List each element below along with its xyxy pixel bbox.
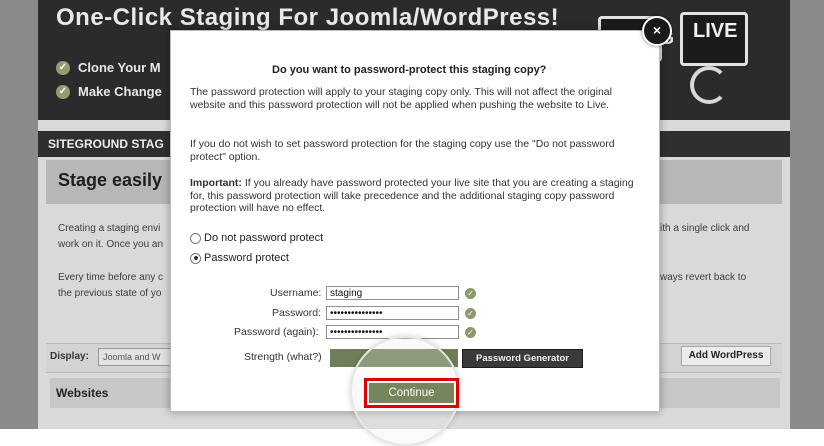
radio-button-selected[interactable] [190, 252, 201, 264]
display-label: Display: [50, 351, 89, 362]
password-generator-button[interactable]: Password Generator [462, 349, 583, 368]
dialog-paragraph-2: If you do not wish to set password prote… [190, 138, 615, 163]
websites-heading: Websites [56, 386, 109, 400]
continue-button[interactable]: Continue [369, 383, 454, 403]
radio-label: Do not password protect [204, 232, 324, 244]
desc-line-left: Creating a staging envi [58, 223, 161, 234]
password-again-label: Password (again): [234, 326, 319, 338]
screen: One-Click Staging For Joomla/WordPress! … [0, 0, 824, 446]
stage-heading: Stage easily [58, 170, 163, 190]
password-label: Password: [272, 307, 322, 319]
hero-title: One-Click Staging For Joomla/WordPress! [56, 4, 560, 31]
password-field[interactable]: ••••••••••••••• [326, 306, 459, 320]
hero-bullet-1: ✓ Clone Your M [56, 60, 161, 75]
radio-do-not-protect[interactable]: Do not password protect [190, 232, 323, 244]
add-wordpress-button[interactable]: Add WordPress [681, 346, 771, 366]
hero-bullet-text: Clone Your M [78, 60, 161, 75]
section-title: SITEGROUND STAG [48, 137, 164, 151]
close-button[interactable]: × [642, 16, 672, 46]
radio-button[interactable] [190, 232, 201, 244]
desc-line-left: the previous state of yo [58, 288, 162, 299]
check-icon: ✓ [56, 84, 70, 99]
desc-line-left: Every time before any c [58, 272, 164, 283]
hero-bullet-text: Make Change [78, 84, 162, 99]
dialog-paragraph-3: Important: If you already have password … [190, 177, 638, 215]
radio-label: Password protect [204, 252, 289, 264]
desc-line-right: ith a single click and [660, 223, 750, 234]
desc-line-right: ways revert back to [660, 272, 747, 283]
check-icon: ✓ [465, 308, 476, 319]
dialog-title: Do you want to password-protect this sta… [272, 64, 547, 76]
dialog-paragraph-1: The password protection will apply to yo… [190, 86, 612, 111]
live-label: LIVE [693, 20, 738, 42]
important-text: If you already have password protected y… [190, 177, 634, 214]
strength-label[interactable]: Strength (what?) [244, 351, 322, 363]
hero-bullet-2: ✓ Make Change [56, 84, 162, 99]
check-icon: ✓ [465, 288, 476, 299]
check-icon: ✓ [465, 327, 476, 338]
username-label: Username: [270, 287, 322, 299]
desc-line-left: work on it. Once you an [58, 239, 164, 250]
important-label: Important: [190, 177, 242, 189]
sync-arrow-icon [690, 66, 728, 104]
radio-password-protect[interactable]: Password protect [190, 252, 289, 264]
check-icon: ✓ [56, 60, 70, 75]
username-field[interactable]: staging [326, 286, 459, 300]
